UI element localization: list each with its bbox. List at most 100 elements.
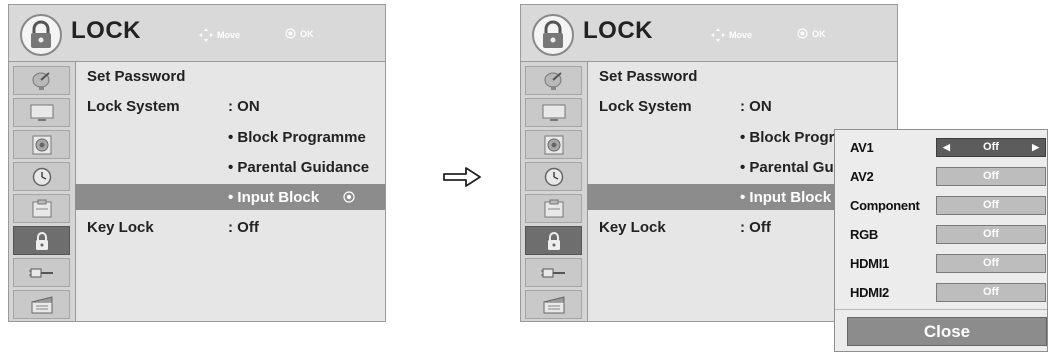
navigation-arrows-icon (199, 28, 213, 42)
sidebar-item-channel[interactable] (13, 66, 70, 95)
sidebar-item-channel[interactable] (525, 66, 582, 95)
move-hint-label: Move (729, 30, 753, 40)
menu-value: : ON (228, 98, 260, 115)
menu-row-key-lock[interactable]: Key Lock : Off (75, 214, 385, 240)
picture-icon (542, 104, 565, 121)
lock-icon (35, 231, 48, 250)
input-value: Off (983, 228, 999, 240)
menu-label: Lock System (87, 98, 180, 115)
input-value-selector[interactable]: Off (936, 225, 1046, 244)
input-value-selector[interactable]: Off (936, 283, 1046, 302)
input-value: Off (983, 286, 999, 298)
move-hint: Move (711, 28, 752, 42)
menu-row-set-password[interactable]: Set Password (587, 63, 897, 89)
sidebar-item-input[interactable] (525, 258, 582, 287)
menu-value: : Off (740, 219, 771, 236)
input-cable-icon (540, 268, 565, 277)
close-button[interactable]: Close (847, 317, 1047, 346)
input-row-av1[interactable]: AV1 ◀ Off ▶ (835, 135, 1047, 161)
sidebar-item-option[interactable] (13, 194, 70, 223)
menu-label: Set Password (87, 68, 186, 85)
ok-hint: OK (797, 28, 826, 39)
menu-label: Lock System (599, 98, 692, 115)
menu-label: Set Password (599, 68, 698, 85)
input-value-selector[interactable]: Off (936, 196, 1046, 215)
ok-button-icon (797, 28, 808, 39)
sidebar-item-option[interactable] (525, 194, 582, 223)
menu-row-block-programme[interactable]: • Block Programme (75, 124, 385, 150)
menu-value: • Block Programme (228, 129, 366, 146)
arrow-right-icon[interactable]: ▶ (1032, 139, 1039, 156)
lock-icon (547, 231, 560, 250)
ok-hint-label: OK (300, 28, 314, 39)
sidebar-item-usb[interactable] (525, 290, 582, 319)
input-name: RGB (850, 227, 878, 242)
selected-indicator-icon (343, 191, 355, 203)
menu-value: • Input Block (740, 189, 832, 206)
satellite-dish-icon (32, 71, 50, 90)
sidebar-item-input[interactable] (13, 258, 70, 287)
satellite-dish-icon (544, 71, 562, 90)
input-cable-icon (28, 268, 53, 277)
menu-row-input-block[interactable]: • Input Block (75, 184, 385, 210)
input-row-hdmi2[interactable]: HDMI2 Off (835, 280, 1047, 306)
sidebar-item-picture[interactable] (525, 98, 582, 127)
move-hint-label: Move (217, 30, 241, 40)
sidebar-item-lock[interactable] (13, 226, 70, 255)
sidebar-item-lock[interactable] (525, 226, 582, 255)
input-value-selector[interactable]: Off (936, 167, 1046, 186)
sidebar-item-picture[interactable] (13, 98, 70, 127)
navigation-arrows-icon (711, 28, 725, 42)
audio-speaker-icon (32, 135, 51, 154)
usb-media-icon (31, 295, 52, 313)
usb-media-icon (543, 295, 564, 313)
menu-title: LOCK (71, 17, 141, 44)
lock-menu-panel-before: LOCK Move OK Set Password Lock System: … (8, 4, 386, 322)
menu-value: : Off (228, 219, 259, 236)
sidebar-item-audio[interactable] (13, 130, 70, 159)
category-sidebar (521, 62, 588, 321)
menu-label: Key Lock (87, 219, 154, 236)
input-block-popup: AV1 ◀ Off ▶ AV2 Off Component Off RGB Of… (834, 129, 1048, 352)
lock-header-icon (20, 14, 62, 56)
menu-value: • Input Block (228, 189, 320, 206)
input-value: Off (983, 170, 999, 182)
picture-icon (30, 104, 53, 121)
sidebar-item-time[interactable] (525, 162, 582, 191)
menu-title: LOCK (583, 17, 653, 44)
clock-icon (544, 167, 563, 186)
input-value-selector[interactable]: Off (936, 254, 1046, 273)
input-name: HDMI1 (850, 256, 889, 271)
next-step-arrow-icon (443, 167, 481, 187)
clock-icon (32, 167, 51, 186)
option-icon (544, 199, 563, 217)
move-hint: Move (199, 28, 240, 42)
input-row-component[interactable]: Component Off (835, 193, 1047, 219)
sidebar-item-time[interactable] (13, 162, 70, 191)
ok-button-icon (285, 28, 296, 39)
menu-value: • Parental Guidance (228, 159, 370, 176)
input-value: Off (983, 199, 999, 211)
input-row-hdmi1[interactable]: HDMI1 Off (835, 251, 1047, 277)
input-name: Component (850, 198, 920, 213)
option-icon (32, 199, 51, 217)
input-value-selector[interactable]: ◀ Off ▶ (936, 138, 1046, 157)
menu-row-lock-system[interactable]: Lock System : ON (587, 93, 897, 119)
category-sidebar (9, 62, 76, 321)
input-name: AV2 (850, 169, 874, 184)
sidebar-item-usb[interactable] (13, 290, 70, 319)
input-value: Off (983, 257, 999, 269)
menu-row-lock-system[interactable]: Lock System : ON (75, 93, 385, 119)
popup-divider (835, 309, 1047, 310)
input-value: Off (983, 141, 999, 153)
lock-header-icon (532, 14, 574, 56)
input-row-rgb[interactable]: RGB Off (835, 222, 1047, 248)
sidebar-item-audio[interactable] (525, 130, 582, 159)
audio-speaker-icon (544, 135, 563, 154)
input-row-av2[interactable]: AV2 Off (835, 164, 1047, 190)
ok-hint: OK (285, 28, 314, 39)
menu-row-set-password[interactable]: Set Password (75, 63, 385, 89)
arrow-left-icon[interactable]: ◀ (943, 139, 950, 156)
menu-row-parental-guidance[interactable]: • Parental Guidance (75, 154, 385, 180)
menu-label: Key Lock (599, 219, 666, 236)
